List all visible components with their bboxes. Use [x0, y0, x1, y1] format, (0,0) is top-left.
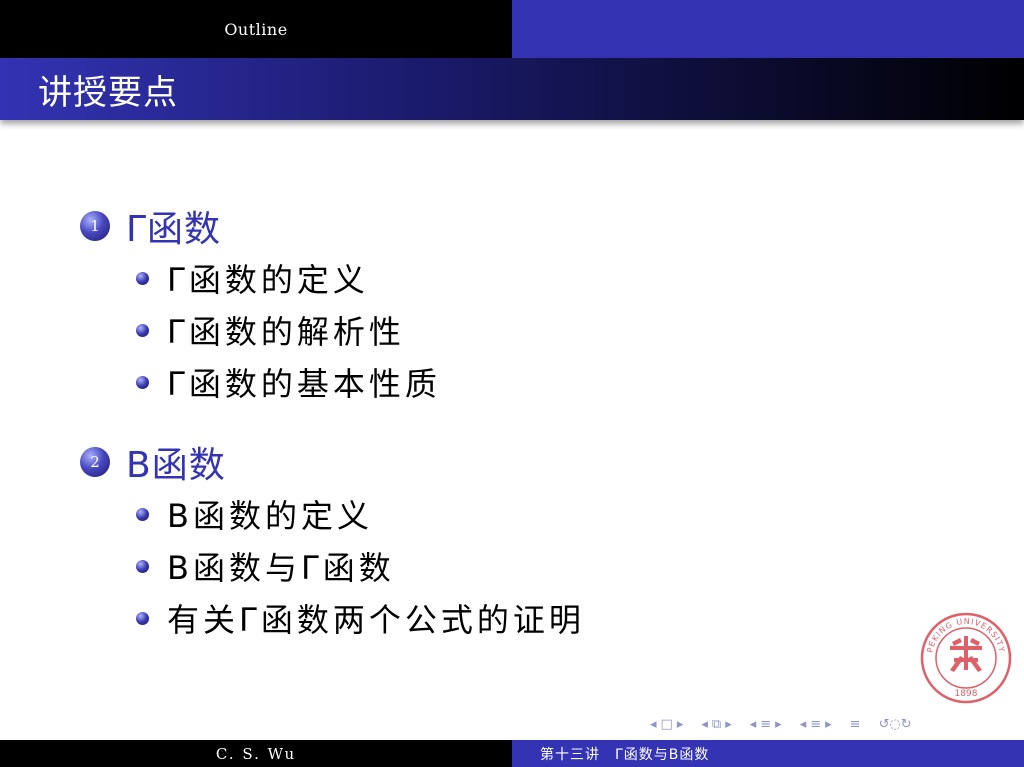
top-navigation-bar: Outline	[0, 0, 1024, 58]
footer-bar: C. S. Wu 第十三讲 Γ函数与B函数	[0, 740, 1024, 767]
list-item[interactable]: Γ函数的基本性质	[136, 356, 900, 408]
next-subsection-arrow-icon[interactable]: ▸	[725, 717, 732, 732]
appendix-icon[interactable]: ≡	[850, 717, 861, 732]
outline-section-1: 1 Γ函数 Γ函数的定义 Γ函数的解析性 Γ函数的基本性质	[80, 200, 900, 408]
list-item[interactable]: B函数与Γ函数	[136, 540, 900, 592]
section-number-ball: 2	[80, 447, 110, 477]
section-heading[interactable]: 2 B函数	[80, 436, 900, 488]
subsection-icon[interactable]: ⧉	[712, 717, 721, 732]
bullet-icon	[136, 375, 149, 389]
frame-navigation: ◂ □ ▸	[648, 717, 685, 732]
section-heading[interactable]: 1 Γ函数	[80, 200, 900, 252]
footer-lecture-title: 第十三讲 Γ函数与B函数	[540, 746, 710, 763]
outline-section-2: 2 B函数 B函数的定义 B函数与Γ函数 有关Γ函数两个公式的证明	[80, 436, 900, 644]
frame-title-bar: 讲授要点	[0, 58, 1024, 120]
previous-section-arrow-icon[interactable]: ◂	[750, 717, 757, 732]
section-nav-outline-link[interactable]: Outline	[224, 20, 287, 39]
bullet-icon	[136, 559, 149, 573]
subsection-navigation-symbols: ◂ ⧉ ▸	[699, 717, 733, 732]
search-navigation: ↺◌↻	[877, 717, 914, 732]
subsubsection-icon[interactable]: ≡	[810, 717, 821, 732]
next-subsubsection-arrow-icon[interactable]: ▸	[825, 717, 832, 732]
section-navigation[interactable]: Outline	[0, 0, 512, 58]
previous-subsection-arrow-icon[interactable]: ◂	[701, 717, 708, 732]
beamer-navigation-symbols: ◂ □ ▸ ◂ ⧉ ▸ ◂ ≡ ▸ ◂ ≡ ▸ ≡ ↺◌↻	[648, 712, 928, 736]
university-seal-logo: PEKING UNIVERSITY 1898	[920, 612, 1012, 704]
section-icon[interactable]: ≡	[760, 717, 771, 732]
next-frame-arrow-icon[interactable]: ▸	[677, 717, 684, 732]
appendix-navigation: ≡	[848, 717, 863, 732]
subsection-label: 有关Γ函数两个公式的证明	[167, 601, 585, 639]
footer-author: C. S. Wu	[215, 744, 297, 763]
subsection-label: Γ函数的基本性质	[167, 365, 441, 403]
back-search-forward-icon[interactable]: ↺◌↻	[879, 717, 912, 732]
previous-subsubsection-arrow-icon[interactable]: ◂	[800, 717, 807, 732]
list-item[interactable]: Γ函数的定义	[136, 252, 900, 304]
subsection-label: Γ函数的解析性	[167, 313, 405, 351]
footer-title-box: 第十三讲 Γ函数与B函数	[512, 740, 1024, 767]
bullet-icon	[136, 323, 149, 337]
outline-content: 1 Γ函数 Γ函数的定义 Γ函数的解析性 Γ函数的基本性质 2 B函数 B函数的…	[80, 200, 900, 672]
frame-icon[interactable]: □	[661, 717, 673, 732]
list-item[interactable]: Γ函数的解析性	[136, 304, 900, 356]
list-item[interactable]: B函数的定义	[136, 488, 900, 540]
previous-frame-arrow-icon[interactable]: ◂	[650, 717, 657, 732]
bullet-icon	[136, 507, 149, 521]
subsection-label: B函数的定义	[167, 497, 373, 535]
subsection-list: B函数的定义 B函数与Γ函数 有关Γ函数两个公式的证明	[80, 488, 900, 644]
next-section-arrow-icon[interactable]: ▸	[775, 717, 782, 732]
section-title[interactable]: B函数	[126, 436, 226, 488]
list-item[interactable]: 有关Γ函数两个公式的证明	[136, 592, 900, 644]
subsection-label: B函数与Γ函数	[167, 549, 395, 587]
footer-author-box: C. S. Wu	[0, 740, 512, 767]
subsubsection-navigation-symbols: ◂ ≡ ▸	[798, 717, 834, 732]
bullet-icon	[136, 611, 149, 625]
subsection-navigation	[512, 0, 1024, 58]
section-number-ball: 1	[80, 211, 110, 241]
subsection-label: Γ函数的定义	[167, 261, 369, 299]
bullet-icon	[136, 271, 149, 285]
svg-text:1898: 1898	[955, 689, 978, 699]
frame-title: 讲授要点	[38, 72, 178, 113]
subsection-list: Γ函数的定义 Γ函数的解析性 Γ函数的基本性质	[80, 252, 900, 408]
section-title[interactable]: Γ函数	[126, 200, 221, 252]
section-navigation-symbols: ◂ ≡ ▸	[748, 717, 784, 732]
